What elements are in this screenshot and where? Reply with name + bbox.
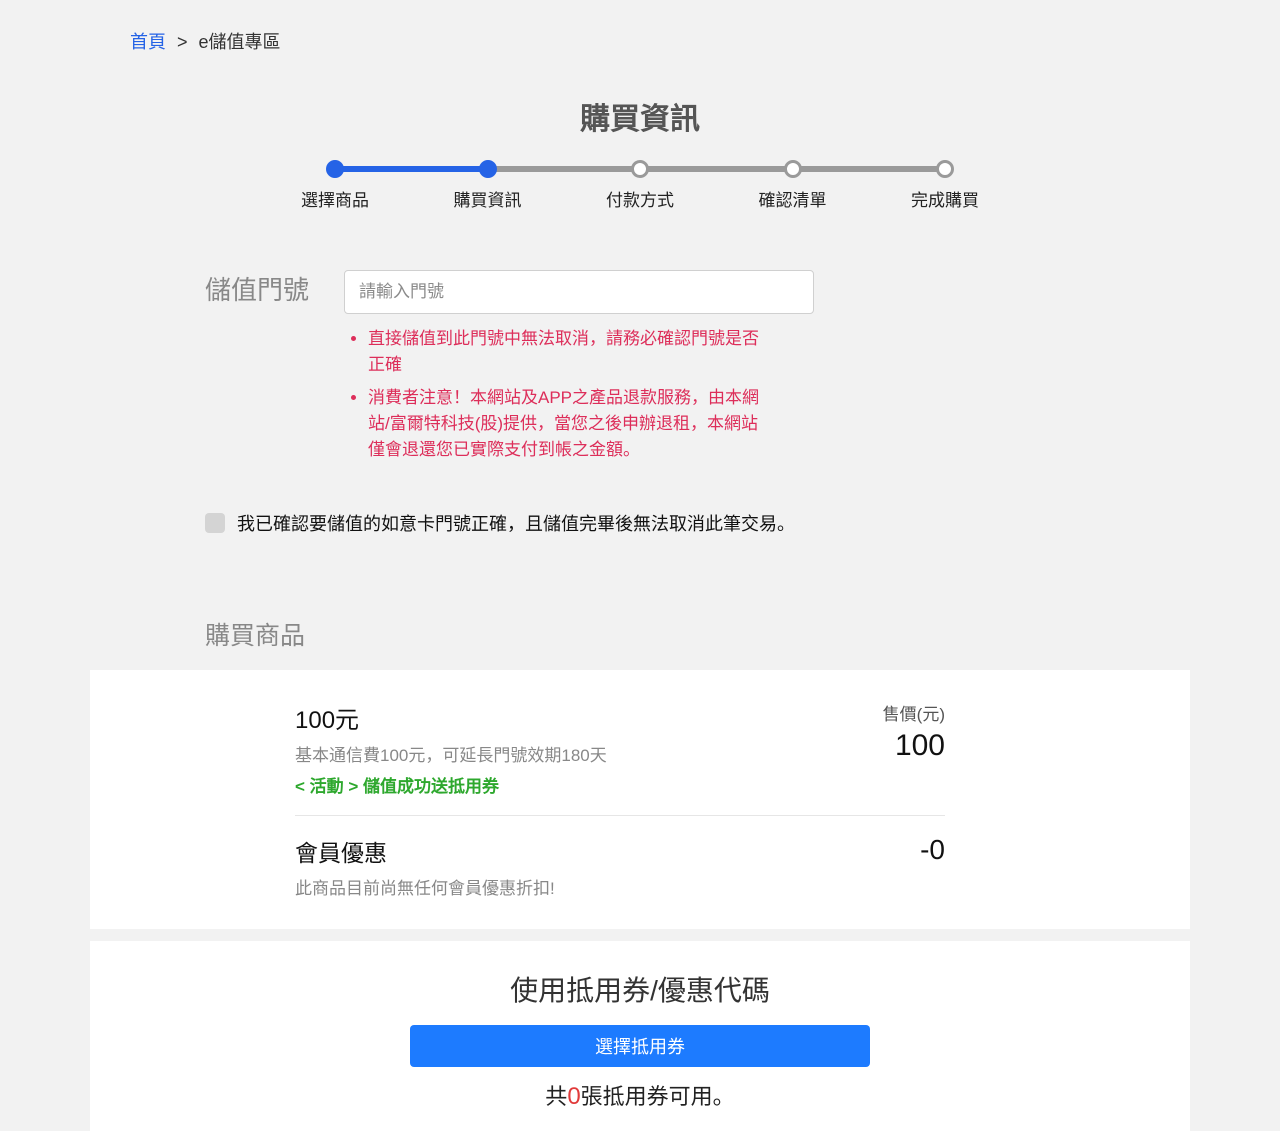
step-label-3: 付款方式 xyxy=(606,186,674,211)
page-title: 購買資訊 xyxy=(0,94,1280,138)
step-label-2: 購買資訊 xyxy=(454,186,522,211)
product-promo: < 活動 > 儲值成功送抵用券 xyxy=(295,772,607,797)
voucher-count-prefix: 共 xyxy=(545,1084,567,1109)
member-discount-title: 會員優惠 xyxy=(295,834,555,868)
step-dot-1 xyxy=(326,160,344,178)
breadcrumb-separator: > xyxy=(177,32,188,52)
select-voucher-button[interactable]: 選擇抵用券 xyxy=(410,1025,870,1067)
breadcrumb-home-link[interactable]: 首頁 xyxy=(130,32,166,52)
product-name: 100元 xyxy=(295,700,607,735)
voucher-title: 使用抵用券/優惠代碼 xyxy=(90,969,1190,1009)
step-label-4: 確認清單 xyxy=(759,186,827,211)
voucher-count-value: 0 xyxy=(567,1083,580,1110)
price-label: 售價(元) xyxy=(883,700,945,725)
product-card: 100元 基本通信費100元，可延長門號效期180天 < 活動 > 儲值成功送抵… xyxy=(90,670,1190,929)
step-label-5: 完成購買 xyxy=(911,186,979,211)
member-discount-value: -0 xyxy=(920,834,945,866)
voucher-count-suffix: 張抵用券可用。 xyxy=(581,1084,735,1109)
confirm-text: 我已確認要儲值的如意卡門號正確，且儲值完畢後無法取消此筆交易。 xyxy=(237,510,795,536)
product-description: 基本通信費100元，可延長門號效期180天 xyxy=(295,741,607,766)
step-dot-2 xyxy=(479,160,497,178)
step-dot-4 xyxy=(784,160,802,178)
phone-note-1: 直接儲值到此門號中無法取消，請務必確認門號是否正確 xyxy=(368,326,764,379)
phone-number-input[interactable] xyxy=(344,270,814,314)
breadcrumb: 首頁 > e儲值專區 xyxy=(0,0,1280,64)
phone-note-2: 消費者注意！本網站及APP之產品退款服務，由本網站/富爾特科技(股)提供，當您之… xyxy=(368,385,764,464)
progress-stepper: 選擇商品 購買資訊 付款方式 確認清單 完成購買 xyxy=(335,160,945,210)
step-dot-5 xyxy=(936,160,954,178)
confirm-checkbox[interactable] xyxy=(205,513,225,533)
step-dot-3 xyxy=(631,160,649,178)
product-section-heading: 購買商品 xyxy=(205,616,1075,652)
breadcrumb-current: e儲值專區 xyxy=(199,32,281,52)
price-value: 100 xyxy=(883,729,945,763)
step-progress xyxy=(335,166,488,172)
voucher-card: 使用抵用券/優惠代碼 選擇抵用券 共0張抵用券可用。 xyxy=(90,941,1190,1131)
voucher-count-text: 共0張抵用券可用。 xyxy=(90,1079,1190,1111)
phone-number-label: 儲值門號 xyxy=(205,270,320,307)
member-discount-desc: 此商品目前尚無任何會員優惠折扣! xyxy=(295,874,555,899)
step-label-1: 選擇商品 xyxy=(301,186,369,211)
